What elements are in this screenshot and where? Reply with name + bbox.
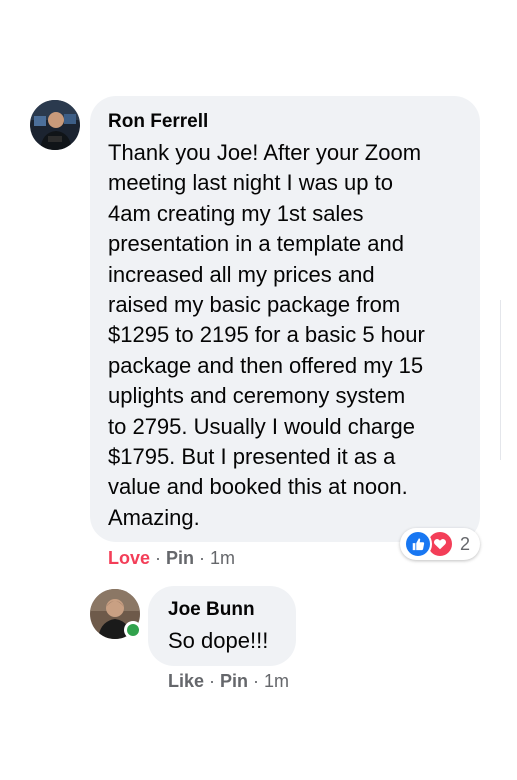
comment-text: Thank you Joe! After your Zoom meeting l… (108, 140, 425, 530)
pin-link[interactable]: Pin (220, 671, 248, 691)
comment-text: So dope!!! (168, 628, 269, 653)
avatar-photo (30, 100, 80, 150)
love-reaction-link[interactable]: Love (108, 548, 150, 568)
avatar-joe-bunn[interactable] (90, 589, 142, 639)
scrollbar-track[interactable] (500, 300, 501, 460)
separator: · (209, 671, 216, 691)
comment-timestamp[interactable]: 1m (264, 671, 289, 691)
separator: · (253, 671, 260, 691)
reactions-badge[interactable]: 2 (400, 528, 481, 560)
comment-bubble-ron-ferrell: Ron Ferrell Thank you Joe! After your Zo… (90, 96, 480, 542)
comment-author[interactable]: Ron Ferrell (108, 110, 462, 134)
separator: · (155, 548, 162, 568)
comment-actions-ron: Love · Pin · 1m (108, 547, 235, 569)
comment-timestamp[interactable]: 1m (210, 548, 235, 568)
avatar-ron-ferrell[interactable] (30, 100, 80, 150)
separator: · (199, 548, 206, 568)
like-reaction-link[interactable]: Like (168, 671, 204, 691)
comment-author[interactable]: Joe Bunn (168, 598, 278, 622)
comment-actions-joe: Like · Pin · 1m (168, 670, 289, 692)
like-icon (404, 530, 432, 558)
pin-link[interactable]: Pin (166, 548, 194, 568)
reaction-count: 2 (460, 533, 471, 554)
online-status-indicator (124, 621, 142, 639)
comment-bubble-joe-bunn: Joe Bunn So dope!!! (148, 586, 296, 666)
